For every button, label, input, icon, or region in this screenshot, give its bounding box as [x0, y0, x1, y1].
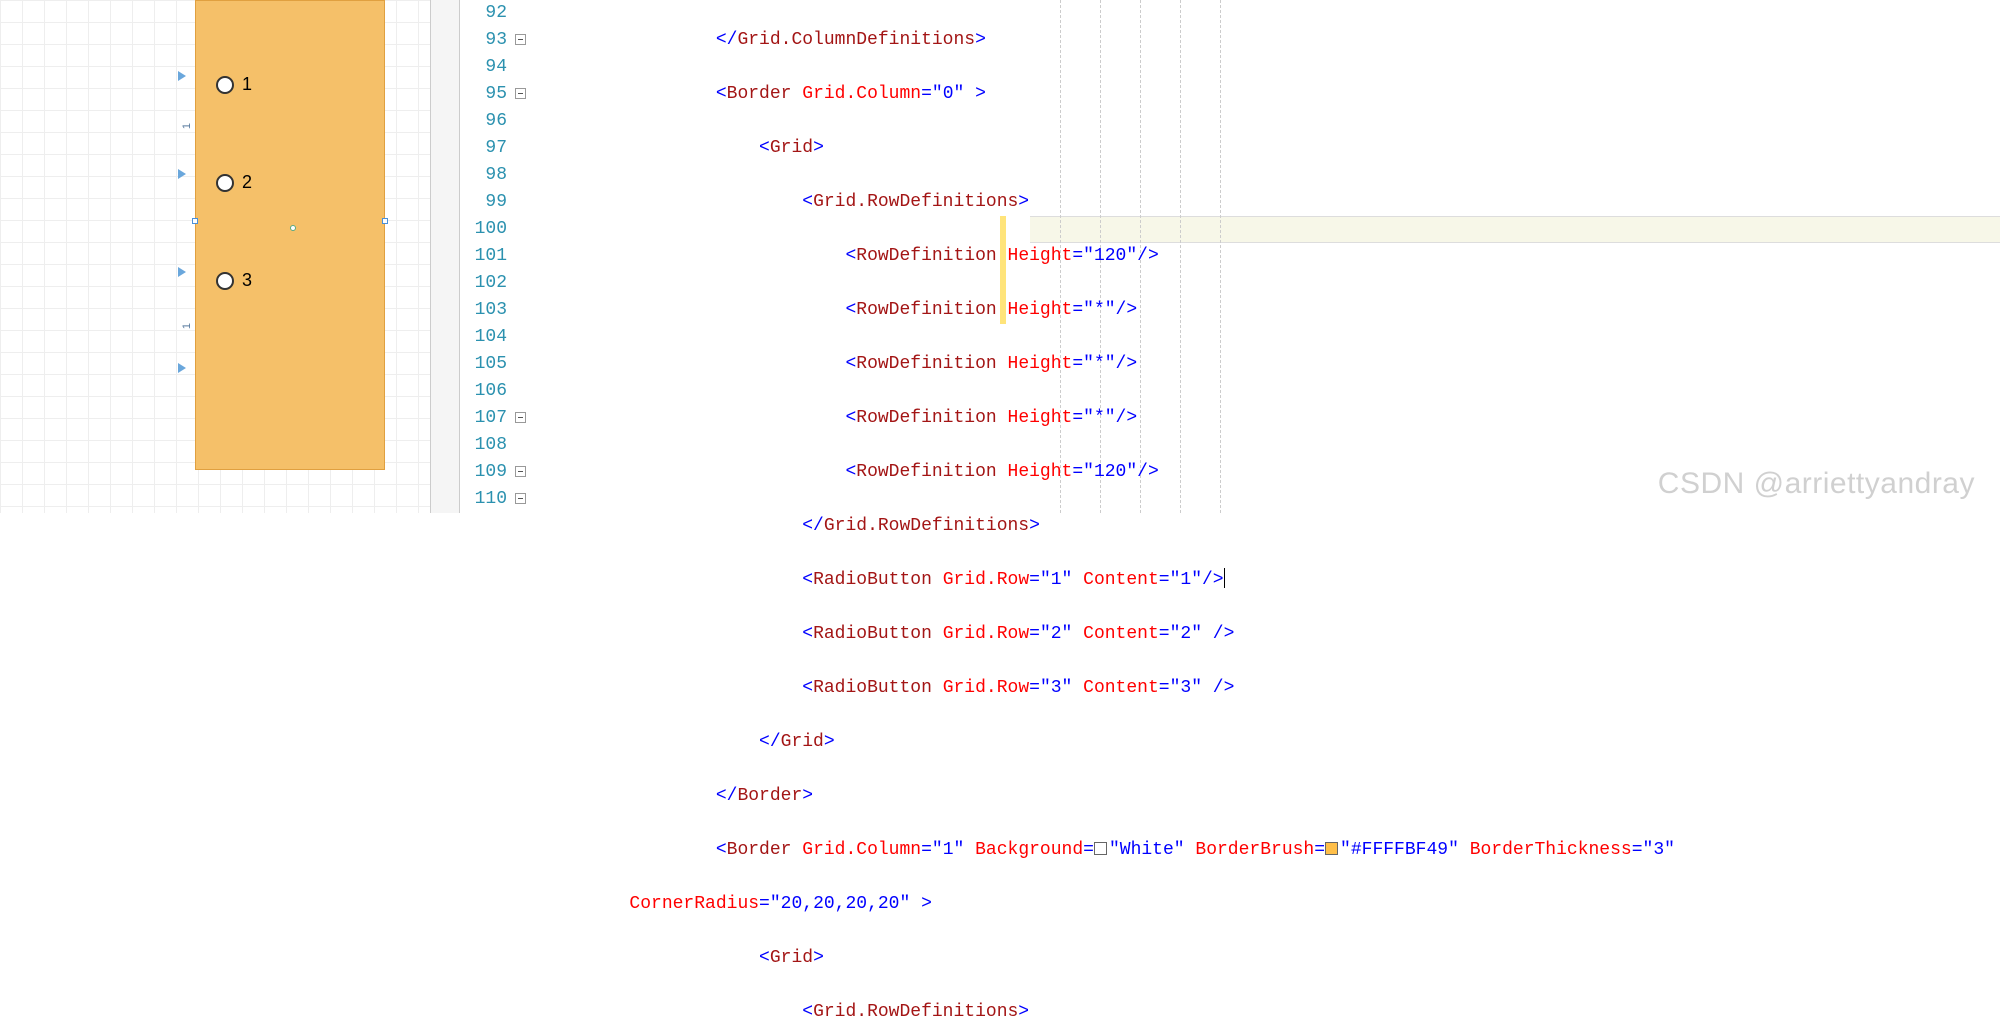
watermark-text: CSDN @arriettyandray — [1658, 467, 1975, 501]
line-number: 106 — [460, 378, 507, 405]
code-line: <Grid> — [543, 135, 2000, 162]
code-line: <RadioButton Grid.Row="1" Content="1"/> — [543, 567, 2000, 594]
line-number: 101 — [460, 243, 507, 270]
radio-button-1[interactable]: 1 — [216, 74, 252, 95]
center-handle-icon[interactable] — [290, 225, 296, 231]
code-text-area[interactable]: </Grid.ColumnDefinitions> <Border Grid.C… — [543, 0, 2000, 513]
outline-gutter[interactable] — [515, 0, 543, 513]
line-number: 98 — [460, 162, 507, 189]
radio-circle-icon — [216, 272, 234, 290]
line-number: 105 — [460, 351, 507, 378]
radio-button-2[interactable]: 2 — [216, 172, 252, 193]
radio-circle-icon — [216, 174, 234, 192]
radio-label: 1 — [242, 74, 252, 95]
code-line: <Border Grid.Column="0" > — [543, 81, 2000, 108]
code-line: <Grid> — [543, 945, 2000, 972]
radio-button-3[interactable]: 3 — [216, 270, 252, 291]
color-swatch-icon[interactable] — [1094, 842, 1107, 855]
line-number: 109 — [460, 459, 507, 486]
line-number: 102 — [460, 270, 507, 297]
code-line: </Grid.RowDefinitions> — [543, 513, 2000, 540]
anchor-icon[interactable] — [178, 267, 186, 277]
line-number-gutter: 92 93 94 95 96 97 98 99 100 101 102 103 … — [460, 0, 515, 513]
ruler-label: 1 — [181, 323, 193, 329]
fold-toggle-icon[interactable] — [515, 88, 526, 99]
code-line: <Grid.RowDefinitions> — [543, 999, 2000, 1026]
radio-label: 3 — [242, 270, 252, 291]
radio-label: 2 — [242, 172, 252, 193]
line-number: 94 — [460, 54, 507, 81]
border-panel[interactable] — [195, 0, 385, 470]
line-number: 99 — [460, 189, 507, 216]
line-number: 97 — [460, 135, 507, 162]
code-line: <RowDefinition Height="*"/> — [543, 351, 2000, 378]
line-number: 93 — [460, 27, 507, 54]
line-number: 108 — [460, 432, 507, 459]
code-line: <RowDefinition Height="120"/> — [543, 243, 2000, 270]
fold-toggle-icon[interactable] — [515, 466, 526, 477]
ruler-label: 1 — [181, 123, 193, 129]
anchor-icon[interactable] — [178, 169, 186, 179]
line-number: 95 — [460, 81, 507, 108]
line-number: 110 — [460, 486, 507, 513]
designer-scrollbar[interactable] — [430, 0, 460, 513]
fold-toggle-icon[interactable] — [515, 34, 526, 45]
code-line: </Border> — [543, 783, 2000, 810]
line-number: 103 — [460, 297, 507, 324]
code-editor[interactable]: 92 93 94 95 96 97 98 99 100 101 102 103 … — [460, 0, 2000, 513]
code-line: <RadioButton Grid.Row="2" Content="2" /> — [543, 621, 2000, 648]
code-line: <Grid.RowDefinitions> — [543, 189, 2000, 216]
designer-canvas[interactable]: 1 2 3 1 1 — [0, 0, 430, 513]
anchor-icon[interactable] — [178, 71, 186, 81]
line-number: 92 — [460, 0, 507, 27]
anchor-icon[interactable] — [178, 363, 186, 373]
code-line: </Grid.ColumnDefinitions> — [543, 27, 2000, 54]
line-number: 100 — [460, 216, 507, 243]
code-line: CornerRadius="20,20,20,20" > — [543, 891, 2000, 918]
code-line: <Border Grid.Column="1" Background="Whit… — [543, 837, 2000, 864]
code-line: <RowDefinition Height="*"/> — [543, 297, 2000, 324]
color-swatch-icon[interactable] — [1325, 842, 1338, 855]
selection-handle-icon[interactable] — [382, 218, 388, 224]
line-number: 107 — [460, 405, 507, 432]
code-line: <RowDefinition Height="*"/> — [543, 405, 2000, 432]
fold-toggle-icon[interactable] — [515, 412, 526, 423]
line-number: 96 — [460, 108, 507, 135]
code-line: </Grid> — [543, 729, 2000, 756]
fold-toggle-icon[interactable] — [515, 493, 526, 504]
line-number: 104 — [460, 324, 507, 351]
code-line: <RadioButton Grid.Row="3" Content="3" /> — [543, 675, 2000, 702]
text-cursor — [1224, 568, 1225, 588]
selection-handle-icon[interactable] — [192, 218, 198, 224]
radio-circle-icon — [216, 76, 234, 94]
